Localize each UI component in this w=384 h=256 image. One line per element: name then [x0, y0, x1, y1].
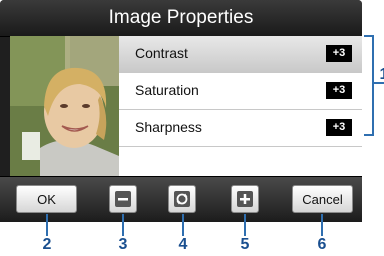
increase-button[interactable] — [231, 185, 259, 213]
image-preview — [10, 36, 119, 176]
page-title: Image Properties — [108, 7, 254, 28]
value-badge: +3 — [326, 45, 352, 62]
callout-leader-2 — [46, 214, 48, 236]
list-item-saturation[interactable]: Saturation +3 — [119, 73, 362, 110]
properties-list: Contrast +3 Saturation +3 Sharpness +3 — [119, 36, 362, 176]
cancel-button[interactable]: Cancel — [292, 185, 353, 213]
callout-leader-3 — [122, 214, 124, 236]
value-badge: +3 — [326, 119, 352, 136]
row-label: Saturation — [135, 82, 199, 98]
callout-4: 4 — [178, 236, 188, 253]
decrease-button[interactable] — [109, 185, 137, 213]
callout-1: 1 — [376, 66, 384, 84]
callout-leader-5 — [244, 214, 246, 236]
plus-icon — [237, 191, 253, 207]
list-item-sharpness[interactable]: Sharpness +3 — [119, 110, 362, 147]
callout-6: 6 — [317, 236, 327, 253]
refresh-icon — [174, 191, 190, 207]
row-label: Sharpness — [135, 119, 202, 135]
minus-icon — [115, 191, 131, 207]
reset-button[interactable] — [168, 185, 196, 213]
callout-2: 2 — [42, 236, 52, 253]
bottom-toolbar: OK Cancel — [0, 176, 362, 222]
callout-5: 5 — [240, 236, 250, 253]
callout-leader-4 — [182, 214, 184, 236]
value-badge: +3 — [326, 82, 352, 99]
callout-leader-6 — [321, 214, 323, 236]
callout-bracket — [364, 35, 374, 136]
row-label: Contrast — [135, 45, 188, 61]
device-screen: Image Properties Contrast +3 Saturation … — [0, 0, 362, 222]
ok-button[interactable]: OK — [16, 185, 77, 213]
callout-3: 3 — [118, 236, 128, 253]
list-item-contrast[interactable]: Contrast +3 — [119, 36, 362, 73]
title-bar: Image Properties — [0, 0, 362, 37]
